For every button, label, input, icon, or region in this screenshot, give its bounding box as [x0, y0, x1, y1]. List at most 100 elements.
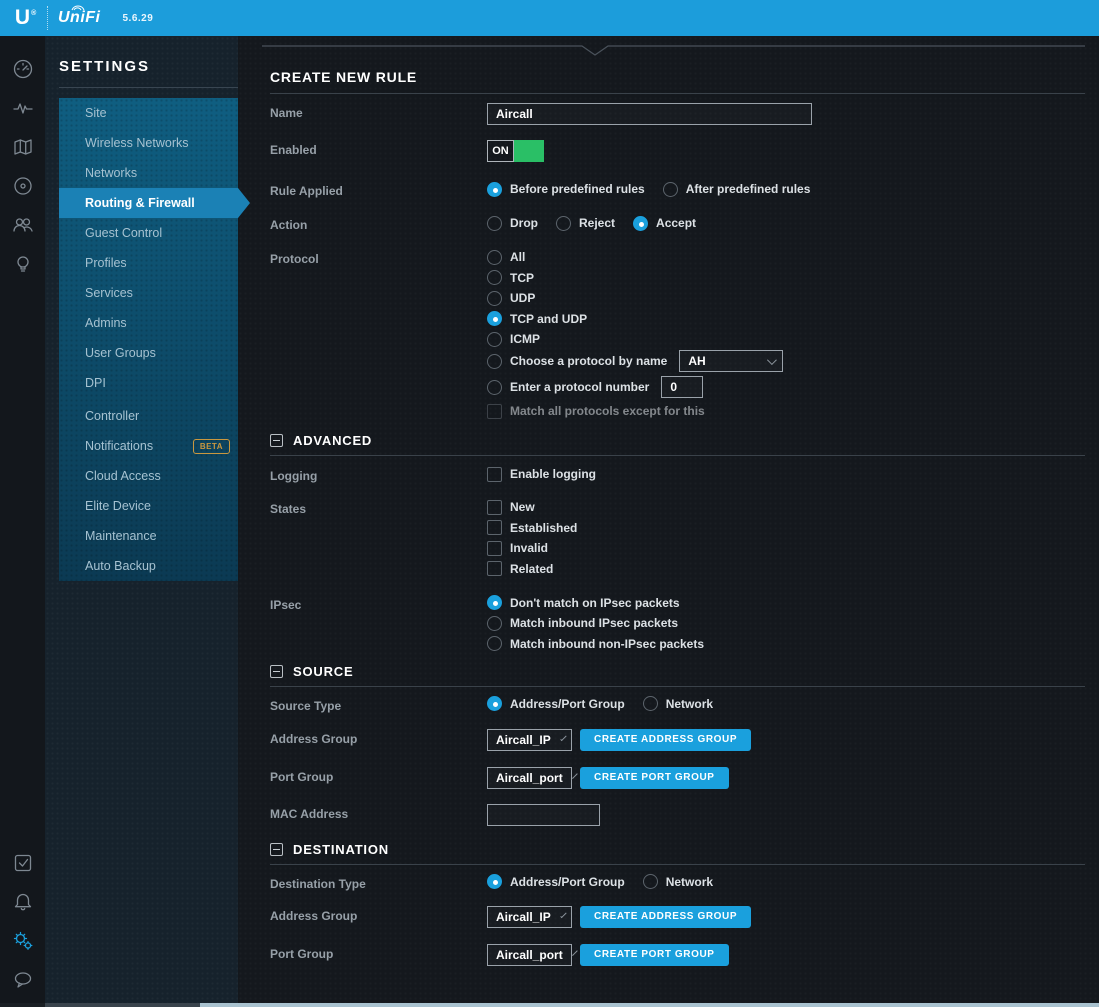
chevron-down-icon	[571, 950, 578, 956]
main-panel: CREATE NEW RULE Name Enabled ON Rule App…	[238, 36, 1099, 1007]
state-established-checkbox[interactable]	[487, 520, 502, 535]
radio-source-network[interactable]	[642, 696, 658, 711]
chevron-down-icon	[571, 773, 578, 779]
create-port-group-button[interactable]: CREATE PORT GROUP	[580, 943, 729, 966]
ubiquiti-logo-icon[interactable]: U ®	[0, 6, 45, 30]
sidebar-item-services[interactable]: Services	[59, 278, 238, 308]
chevron-down-icon	[559, 911, 567, 919]
rule-applied-label: Rule Applied	[270, 184, 343, 198]
dashboard-icon[interactable]	[10, 56, 36, 82]
radio-accept[interactable]	[633, 215, 649, 231]
horizontal-scrollbar[interactable]	[0, 1003, 1099, 1007]
mac-address-row: MAC Address	[270, 803, 1085, 826]
source-address-group-row: Address Group Aircall_IP CREATE ADDRESS …	[270, 728, 1085, 751]
name-row: Name	[270, 103, 1085, 125]
sidebar-item-admins[interactable]: Admins	[59, 308, 238, 338]
sidebar-item-site[interactable]: Site	[59, 98, 238, 128]
chat-icon[interactable]	[10, 967, 36, 993]
radio-before-predefined[interactable]	[487, 181, 502, 197]
source-type-row: Source Type Address/Port Group Network	[270, 696, 714, 713]
destination-address-group-select[interactable]: Aircall_IP	[487, 905, 572, 928]
destination-address-group-row: Address Group Aircall_IP CREATE ADDRESS …	[270, 905, 1085, 928]
sidebar-item-elite-device[interactable]: Elite Device	[59, 491, 238, 521]
sidebar-item-networks[interactable]: Networks	[59, 158, 238, 188]
radio-after-predefined[interactable]	[662, 181, 678, 197]
state-invalid-checkbox[interactable]	[487, 540, 502, 556]
action-label: Action	[270, 218, 308, 232]
sidebar-item-profiles[interactable]: Profiles	[59, 248, 238, 278]
create-address-group-button[interactable]: CREATE ADDRESS GROUP	[580, 728, 752, 751]
protocol-row: Protocol All TCP UDP TCP and UDP ICMP Ch…	[270, 249, 1085, 419]
radio-source-address-port-group[interactable]	[487, 696, 502, 711]
destination-type-row: Destination Type Address/Port Group Netw…	[270, 874, 714, 891]
name-label: Name	[270, 106, 303, 120]
statistics-icon[interactable]	[10, 95, 36, 121]
radio-ipsec-match-inbound[interactable]	[487, 615, 502, 631]
sidebar-item-cloud-access[interactable]: Cloud Access	[59, 461, 238, 491]
scrollbar-thumb[interactable]	[200, 1003, 1099, 1007]
settings-icon[interactable]	[10, 928, 36, 954]
devices-icon[interactable]	[10, 173, 36, 199]
state-new-checkbox[interactable]	[487, 499, 502, 515]
radio-protocol-by-name[interactable]	[487, 353, 502, 369]
logging-row: Logging Enable logging	[270, 466, 596, 483]
ipsec-label: IPsec	[270, 597, 302, 612]
radio-protocol-all[interactable]	[487, 249, 502, 265]
unifi-brand: UniFi	[58, 5, 101, 27]
sidebar-item-guest-control[interactable]: Guest Control	[59, 218, 238, 248]
source-port-group-row: Port Group Aircall_port CREATE PORT GROU…	[270, 766, 1085, 789]
toggle-green-indicator	[514, 140, 544, 162]
collapse-chevron[interactable]	[262, 45, 1085, 59]
collapse-minus-icon[interactable]	[270, 842, 283, 856]
sidebar-item-routing-firewall[interactable]: Routing & Firewall	[59, 188, 250, 218]
clients-icon[interactable]	[10, 212, 36, 238]
toggle-on-label: ON	[487, 140, 514, 162]
radio-destination-address-port-group[interactable]	[487, 874, 502, 889]
state-related-checkbox[interactable]	[487, 561, 502, 576]
enabled-toggle[interactable]: ON	[487, 140, 544, 162]
settings-sidebar: SETTINGS Site Wireless Networks Networks…	[45, 36, 250, 1007]
mac-address-input[interactable]	[487, 803, 600, 826]
radio-protocol-tcp-udp[interactable]	[487, 311, 502, 326]
states-row: States New Established Invalid Related	[270, 499, 578, 576]
radio-destination-network[interactable]	[642, 874, 658, 889]
insights-icon[interactable]	[10, 251, 36, 277]
scrollbar-track	[45, 1003, 200, 1007]
sidebar-item-dpi[interactable]: DPI	[59, 368, 238, 398]
events-icon[interactable]	[10, 850, 36, 876]
source-type-label: Source Type	[270, 698, 342, 713]
sidebar-title: SETTINGS	[59, 58, 151, 75]
top-bar: U ® UniFi 5.6.29	[0, 0, 1099, 36]
protocol-number-input[interactable]	[661, 376, 704, 398]
sidebar-item-wireless-networks[interactable]: Wireless Networks	[59, 128, 238, 158]
radio-ipsec-dont-match[interactable]	[487, 595, 502, 610]
radio-drop[interactable]	[487, 215, 502, 231]
radio-protocol-udp[interactable]	[487, 290, 502, 306]
collapse-minus-icon[interactable]	[270, 664, 283, 678]
radio-reject[interactable]	[556, 215, 571, 231]
radio-ipsec-match-inbound-non[interactable]	[487, 636, 502, 651]
name-input[interactable]	[487, 103, 812, 125]
radio-protocol-by-number[interactable]	[487, 379, 502, 395]
map-icon[interactable]	[10, 134, 36, 160]
collapse-minus-icon[interactable]	[270, 434, 283, 447]
create-port-group-button[interactable]: CREATE PORT GROUP	[580, 766, 729, 789]
source-port-group-select[interactable]: Aircall_port	[487, 766, 578, 789]
sidebar-item-notifications[interactable]: Notifications BETA	[59, 431, 238, 461]
create-address-group-button[interactable]: CREATE ADDRESS GROUP	[580, 905, 752, 928]
sidebar-item-user-groups[interactable]: User Groups	[59, 338, 238, 368]
match-all-protocols-checkbox[interactable]	[487, 403, 502, 419]
source-address-group-select[interactable]: Aircall_IP	[487, 728, 572, 751]
radio-protocol-icmp[interactable]	[487, 331, 502, 347]
protocol-name-select[interactable]: AH	[679, 350, 784, 372]
protocol-label: Protocol	[270, 252, 319, 266]
sidebar-item-auto-backup[interactable]: Auto Backup	[59, 551, 238, 581]
radio-protocol-tcp[interactable]	[487, 270, 502, 285]
settings-menu: Site Wireless Networks Networks Routing …	[59, 98, 250, 581]
destination-port-group-select[interactable]: Aircall_port	[487, 943, 578, 966]
sidebar-item-maintenance[interactable]: Maintenance	[59, 521, 238, 551]
enable-logging-checkbox[interactable]	[487, 466, 502, 482]
mac-address-label: MAC Address	[270, 806, 349, 821]
alerts-icon[interactable]	[10, 889, 36, 915]
sidebar-item-controller[interactable]: Controller	[59, 401, 238, 431]
